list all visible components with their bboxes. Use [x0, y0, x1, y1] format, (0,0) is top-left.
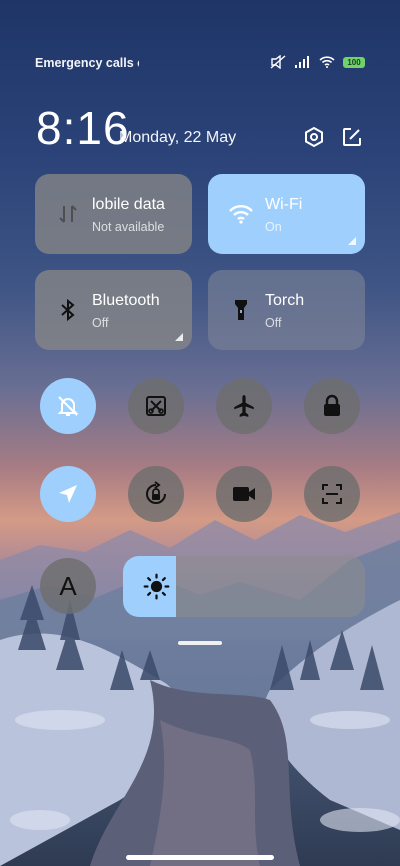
lock-icon: [324, 394, 340, 416]
settings-hex-icon: [305, 126, 323, 148]
emergency-calls-text: Emergency calls o: [35, 56, 139, 70]
bluetooth-icon: [55, 297, 81, 323]
sun-icon: [143, 573, 170, 600]
edit-icon: [343, 128, 361, 146]
wifi-tile[interactable]: Wi-Fi On: [208, 174, 365, 254]
torch-status: Off: [265, 316, 282, 330]
wifi-status: On: [265, 220, 282, 234]
font-size-toggle[interactable]: A: [40, 558, 96, 614]
date-text: Monday, 22 May: [119, 129, 237, 146]
bell-off-icon: [57, 396, 79, 416]
mobile-data-tile[interactable]: lobile data Not available: [35, 174, 192, 254]
wifi-label: Wi-Fi: [265, 196, 303, 213]
font-size-label: A: [59, 570, 77, 601]
status-icons: 100: [269, 55, 365, 69]
mobile-data-status: Not available: [92, 220, 165, 234]
airplane-toggle[interactable]: [216, 378, 272, 434]
panel-drag-handle[interactable]: [178, 641, 222, 645]
battery-icon: 100: [343, 56, 365, 68]
mobile-data-icon: [55, 201, 81, 227]
bluetooth-tile[interactable]: Bluetooth Off: [35, 270, 192, 350]
mute-icon: [270, 55, 286, 69]
signal-icon: [295, 56, 309, 68]
wifi-icon: [228, 201, 254, 227]
airplane-icon: [234, 395, 254, 417]
torch-tile[interactable]: Torch Off: [208, 270, 365, 350]
scanner-toggle[interactable]: [304, 466, 360, 522]
rotation-lock-toggle[interactable]: [128, 466, 184, 522]
rotation-lock-icon: [146, 481, 166, 504]
torch-label: Torch: [265, 292, 305, 309]
bluetooth-label: Bluetooth: [92, 292, 160, 309]
settings-button[interactable]: [302, 125, 326, 149]
bluetooth-status: Off: [92, 316, 109, 330]
location-icon: [59, 485, 77, 503]
home-indicator[interactable]: [126, 855, 274, 860]
moon-crescent: [60, 14, 90, 51]
lock-toggle[interactable]: [304, 378, 360, 434]
bluetooth-expand-icon[interactable]: [175, 333, 183, 341]
wifi-status-icon: [319, 56, 335, 68]
mobile-data-label: lobile data: [92, 196, 165, 213]
brightness-slider[interactable]: [123, 556, 365, 617]
screenshot-icon: [146, 396, 166, 416]
clock-time: 8:16: [36, 102, 130, 154]
location-toggle[interactable]: [40, 466, 96, 522]
screen-record-toggle[interactable]: [216, 466, 272, 522]
edit-button[interactable]: [340, 125, 364, 149]
silent-toggle[interactable]: [40, 378, 96, 434]
wifi-expand-icon[interactable]: [348, 237, 356, 245]
video-camera-icon: [233, 487, 255, 501]
scan-icon: [322, 484, 342, 504]
torch-icon: [228, 297, 254, 323]
screenshot-toggle[interactable]: [128, 378, 184, 434]
